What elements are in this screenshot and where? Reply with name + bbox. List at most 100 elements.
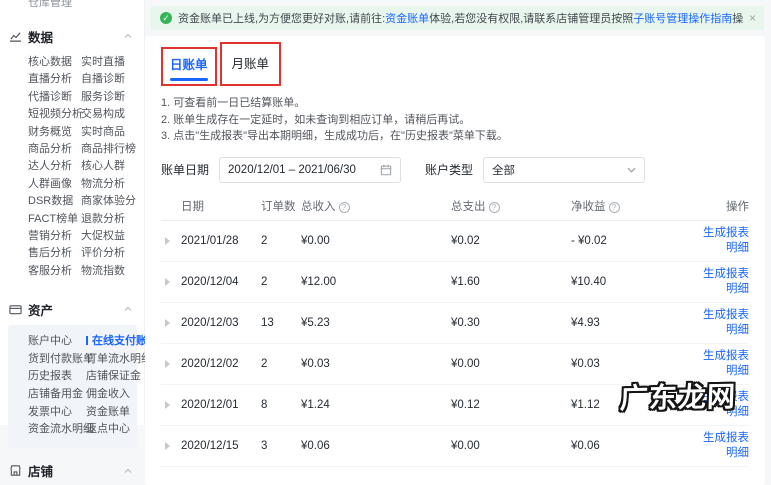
table-row: 2020/12/01 8 ¥1.24 ¥0.12 ¥1.12 生成报表 明细 bbox=[161, 385, 749, 426]
detail-link[interactable]: 明细 bbox=[691, 323, 749, 338]
fund-bill-link[interactable]: 资金账单 bbox=[385, 13, 429, 25]
cell-net: ¥4.93 bbox=[571, 316, 600, 329]
col-action: 操作 bbox=[726, 201, 749, 213]
sidebar-item[interactable]: 达人分析 bbox=[28, 158, 81, 175]
sidebar-item[interactable]: 商家体验分 bbox=[81, 193, 144, 210]
sidebar-item[interactable]: FACT榜单 bbox=[28, 211, 81, 228]
chevron-up-icon[interactable] bbox=[124, 306, 132, 312]
expand-row-icon[interactable] bbox=[165, 441, 170, 450]
cell-date: 2021/01/28 bbox=[181, 234, 239, 247]
sidebar-item[interactable]: 退款分析 bbox=[81, 211, 144, 228]
cell-date: 2020/12/02 bbox=[181, 357, 239, 370]
expand-row-icon[interactable] bbox=[165, 277, 170, 286]
sidebar-item[interactable]: 评价分析 bbox=[81, 245, 144, 262]
sidebar-item[interactable]: 客服分析 bbox=[28, 263, 81, 280]
detail-link[interactable]: 明细 bbox=[691, 405, 749, 420]
cell-date: 2020/12/15 bbox=[181, 439, 239, 452]
sidebar-item[interactable]: 售后分析 bbox=[28, 245, 81, 262]
expand-row-icon[interactable] bbox=[165, 318, 170, 327]
sidebar-item[interactable]: 实时商品 bbox=[81, 124, 144, 141]
sidebar-item[interactable]: 交易构成 bbox=[81, 106, 144, 123]
help-icon[interactable]: ? bbox=[608, 202, 620, 213]
expand-row-icon[interactable] bbox=[165, 236, 170, 245]
sidebar-item[interactable]: 物流指数 bbox=[81, 263, 144, 280]
sidebar-item[interactable]: 财务概览 bbox=[28, 124, 81, 141]
tab-daily-bill[interactable]: 日账单 bbox=[170, 54, 208, 73]
cell-income: ¥0.03 bbox=[301, 357, 330, 370]
cell-income: ¥5.23 bbox=[301, 316, 330, 329]
sidebar-item[interactable]: 服务诊断 bbox=[81, 89, 144, 106]
date-range-input[interactable]: 2020/12/01 – 2021/06/30 bbox=[219, 156, 402, 183]
sidebar-item[interactable]: 自播诊断 bbox=[81, 71, 144, 88]
sidebar-section-title: 店铺 bbox=[28, 465, 54, 480]
sidebar-item[interactable]: 直播分析 bbox=[28, 71, 81, 88]
sidebar-item[interactable]: 商品分析 bbox=[28, 141, 81, 158]
expand-row-icon[interactable] bbox=[165, 400, 170, 409]
sidebar-section-shop[interactable]: 店铺 bbox=[0, 462, 144, 480]
sidebar-item[interactable]: DSR数据 bbox=[28, 193, 81, 210]
sidebar-item[interactable]: 核心数据 bbox=[28, 54, 81, 71]
sidebar-item[interactable]: 大促权益 bbox=[81, 228, 144, 245]
cell-orders: 2 bbox=[261, 275, 268, 288]
note-line: 3. 点击"生成报表"导出本期明细，生成成功后，在"历史报表"菜单下载。 bbox=[161, 130, 508, 142]
expand-row-icon[interactable] bbox=[165, 359, 170, 368]
sidebar-item[interactable]: 历史报表 bbox=[28, 368, 86, 386]
sidebar-item[interactable]: 商品排行榜 bbox=[81, 141, 144, 158]
cell-orders: 3 bbox=[261, 439, 268, 452]
chevron-up-icon[interactable] bbox=[124, 33, 132, 39]
account-type-label: 账户类型 bbox=[425, 163, 474, 177]
detail-link[interactable]: 明细 bbox=[691, 282, 749, 297]
sidebar-item-warehouse[interactable]: 仓库管理 bbox=[0, 0, 144, 7]
cell-expense: ¥0.30 bbox=[451, 316, 480, 329]
help-icon[interactable]: ? bbox=[338, 202, 350, 213]
sidebar-section-assets[interactable]: 资产 bbox=[0, 300, 144, 318]
sidebar-item[interactable]: 资金流水明细 bbox=[28, 421, 94, 439]
generate-report-link[interactable]: 生成报表 bbox=[691, 226, 749, 241]
annotation-box-daily-tab: 日账单 bbox=[161, 47, 217, 86]
subaccount-guide-link[interactable]: 子账号管理操作指南 bbox=[633, 13, 732, 25]
success-check-icon: ✓ bbox=[160, 12, 172, 24]
calendar-icon bbox=[380, 164, 392, 176]
cell-net: - ¥0.02 bbox=[571, 234, 607, 247]
col-date: 日期 bbox=[181, 201, 204, 213]
sidebar-item[interactable]: 短视频分析 bbox=[28, 106, 83, 123]
cell-date: 2020/12/03 bbox=[181, 316, 239, 329]
detail-link[interactable]: 明细 bbox=[691, 364, 749, 379]
sidebar-item[interactable]: 发票中心 bbox=[28, 404, 86, 422]
sidebar-item[interactable]: 店铺备用金 bbox=[28, 386, 86, 404]
tab-monthly-bill[interactable]: 月账单 bbox=[232, 53, 270, 72]
sidebar-item[interactable]: 核心人群 bbox=[81, 158, 144, 175]
bill-notes: 1. 可查看前一日已结算账单。 2. 账单生成存在一定延时，如未查询到相应订单，… bbox=[161, 95, 749, 145]
cell-expense: ¥0.02 bbox=[451, 234, 480, 247]
detail-link[interactable]: 明细 bbox=[691, 446, 749, 461]
cell-income: ¥0.06 bbox=[301, 439, 330, 452]
close-icon[interactable]: × bbox=[742, 11, 756, 25]
sidebar-item[interactable]: 代播诊断 bbox=[28, 89, 81, 106]
cell-income: ¥1.24 bbox=[301, 398, 330, 411]
chevron-up-icon[interactable] bbox=[124, 468, 132, 474]
bill-tabs: 日账单 月账单 bbox=[161, 42, 749, 86]
sidebar-item[interactable]: 人群画像 bbox=[28, 176, 81, 193]
note-line: 1. 可查看前一日已结算账单。 bbox=[161, 97, 306, 109]
cell-net: ¥1.12 bbox=[571, 398, 600, 411]
sidebar-item[interactable]: 实时直播 bbox=[81, 54, 144, 71]
generate-report-link[interactable]: 生成报表 bbox=[691, 390, 749, 405]
sidebar-item[interactable]: 账户中心 bbox=[28, 333, 86, 351]
sidebar-item[interactable]: 货到付款账单 bbox=[28, 351, 94, 369]
table-row: 2020/12/04 2 ¥12.00 ¥1.60 ¥10.40 生成报表 明细 bbox=[161, 262, 749, 303]
generate-report-link[interactable]: 生成报表 bbox=[691, 349, 749, 364]
col-income: 总收入? bbox=[301, 198, 451, 214]
active-indicator bbox=[86, 336, 88, 346]
bill-panel: 日账单 月账单 1. 可查看前一日已结算账单。 2. 账单生成存在一定延时，如未… bbox=[145, 36, 765, 485]
help-icon[interactable]: ? bbox=[488, 202, 500, 213]
cell-date: 2020/12/04 bbox=[181, 275, 239, 288]
sidebar-item[interactable]: 营销分析 bbox=[28, 228, 81, 245]
cell-net: ¥0.06 bbox=[571, 439, 600, 452]
account-type-select[interactable]: 全部 bbox=[483, 156, 646, 183]
detail-link[interactable]: 明细 bbox=[691, 241, 749, 256]
generate-report-link[interactable]: 生成报表 bbox=[691, 308, 749, 323]
generate-report-link[interactable]: 生成报表 bbox=[691, 267, 749, 282]
sidebar-section-data[interactable]: 数据 bbox=[0, 27, 144, 45]
sidebar-item[interactable]: 物流分析 bbox=[81, 176, 144, 193]
generate-report-link[interactable]: 生成报表 bbox=[691, 431, 749, 446]
